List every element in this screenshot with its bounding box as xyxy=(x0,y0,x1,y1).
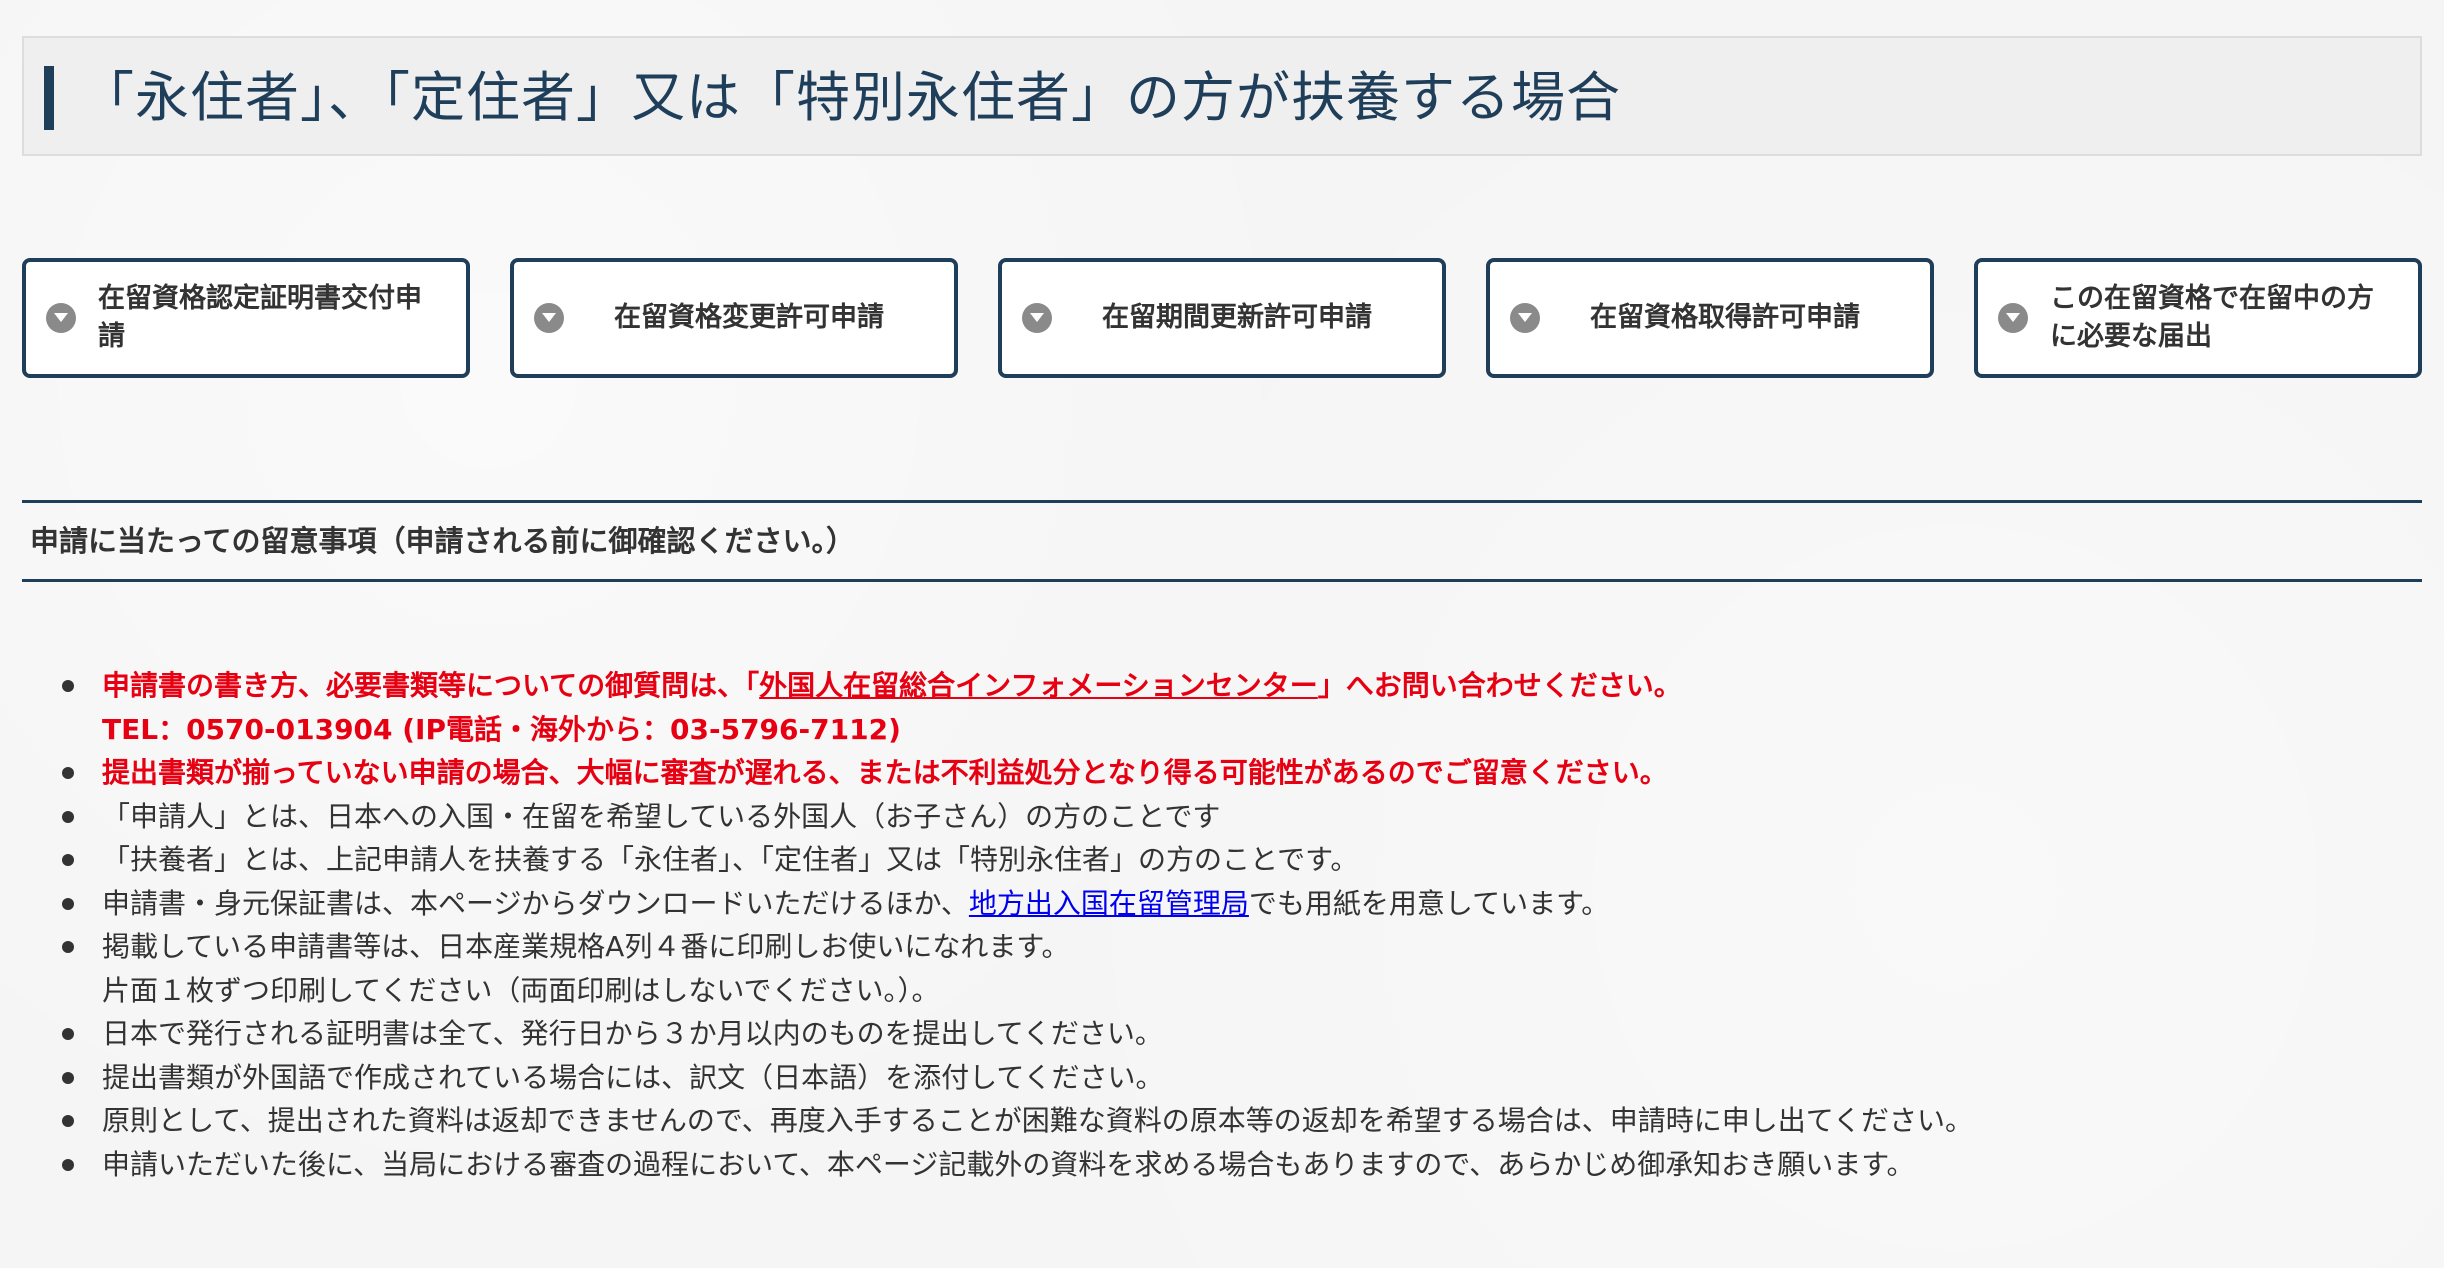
nav-button-extension-of-stay[interactable]: 在留期間更新許可申請 xyxy=(998,258,1446,378)
note-text: 「申請人」とは、日本への入国・在留を希望している外国人（お子さん）の方のことです xyxy=(102,799,1221,833)
notes-section-header: 申請に当たっての留意事項（申請される前に御確認ください。） xyxy=(22,500,2422,582)
note-text: 提出書類が外国語で作成されている場合には、訳文（日本語）を添付してください。 xyxy=(102,1060,1164,1094)
list-item: 申請書・身元保証書は、本ページからダウンロードいただけるほか、地方出入国在留管理… xyxy=(62,882,2402,926)
note-text: 片面１枚ずつ印刷してください（両面印刷はしないでください。）。 xyxy=(102,973,940,1007)
nav-button-certificate-of-eligibility[interactable]: 在留資格認定証明書交付申請 xyxy=(22,258,470,378)
notes-section-title: 申請に当たっての留意事項（申請される前に御確認ください。） xyxy=(30,524,856,558)
note-text: 日本で発行される証明書は全て、発行日から３か月以内のものを提出してください。 xyxy=(102,1017,1163,1050)
note-text: でも用紙を用意しています。 xyxy=(1248,886,1610,920)
nav-button-label: 在留資格認定証明書交付申請 xyxy=(98,283,422,352)
nav-button-label: この在留資格で在留中の方に必要な届出 xyxy=(2050,283,2374,352)
note-text: 掲載している申請書等は、日本産業規格A列４番に印刷しお使いになれます。 xyxy=(102,930,1070,963)
note-text: 原則として、提出された資料は返却できませんので、再度入手することが困難な資料の原… xyxy=(102,1104,1973,1137)
note-text: 申請書の書き方、必要書類等についての御質問は、「 xyxy=(102,669,760,702)
information-center-link[interactable]: 外国人在留総合インフォメーションセンター xyxy=(759,669,1318,702)
page: 「永住者」、「定住者」又は「特別永住者」の方が扶養する場合 在留資格認定証明書交… xyxy=(0,0,2444,1268)
note-tel-line: TEL：0570-013904 (IP電話・海外から：03-5796-7112) xyxy=(102,712,901,746)
list-item: 申請書の書き方、必要書類等についての御質問は、「外国人在留総合インフォメーション… xyxy=(62,664,2402,751)
nav-button-label: 在留資格取得許可申請 xyxy=(1590,302,1860,333)
nav-button-label: 在留期間更新許可申請 xyxy=(1102,302,1372,333)
list-item: 日本で発行される証明書は全て、発行日から３か月以内のものを提出してください。 xyxy=(62,1012,2402,1056)
chevron-down-icon xyxy=(1510,303,1540,333)
note-text: 」へお問い合わせください。 xyxy=(1317,669,1682,702)
note-text: 申請いただいた後に、当局における審査の過程において、本ページ記載外の資料を求める… xyxy=(102,1147,1915,1181)
title-accent-bar xyxy=(44,66,54,130)
page-title-box: 「永住者」、「定住者」又は「特別永住者」の方が扶養する場合 xyxy=(22,36,2422,156)
list-item: 掲載している申請書等は、日本産業規格A列４番に印刷しお使いになれます。 片面１枚… xyxy=(62,925,2402,1012)
chevron-down-icon xyxy=(46,303,76,333)
note-text: 申請書・身元保証書は、本ページからダウンロードいただけるほか、 xyxy=(102,886,969,920)
note-text: 提出書類が揃っていない申請の場合、大幅に審査が遅れる、または不利益処分となり得る… xyxy=(102,756,1668,789)
chevron-down-icon xyxy=(1022,303,1052,333)
regional-bureau-link[interactable]: 地方出入国在留管理局 xyxy=(969,887,1249,920)
page-title: 「永住者」、「定住者」又は「特別永住者」の方が扶養する場合 xyxy=(80,66,1621,129)
note-inquiry-line: 申請書の書き方、必要書類等についての御質問は、「外国人在留総合インフォメーション… xyxy=(102,664,2402,708)
application-nav: 在留資格認定証明書交付申請 在留資格変更許可申請 在留期間更新許可申請 在留資格… xyxy=(22,258,2422,380)
nav-button-label: 在留資格変更許可申請 xyxy=(614,302,884,333)
nav-button-acquisition-of-status[interactable]: 在留資格取得許可申請 xyxy=(1486,258,1934,378)
list-item: 提出書類が外国語で作成されている場合には、訳文（日本語）を添付してください。 xyxy=(62,1056,2402,1100)
list-item: 「申請人」とは、日本への入国・在留を希望している外国人（お子さん）の方のことです xyxy=(62,795,2402,839)
note-text: 「扶養者」とは、上記申請人を扶養する「永住者」、「定住者」又は「特別永住者」の方… xyxy=(102,843,1359,876)
list-item: 申請いただいた後に、当局における審査の過程において、本ページ記載外の資料を求める… xyxy=(62,1143,2402,1187)
nav-button-change-of-status[interactable]: 在留資格変更許可申請 xyxy=(510,258,958,378)
list-item: 提出書類が揃っていない申請の場合、大幅に審査が遅れる、または不利益処分となり得る… xyxy=(62,751,2402,795)
nav-button-required-notifications[interactable]: この在留資格で在留中の方に必要な届出 xyxy=(1974,258,2422,378)
chevron-down-icon xyxy=(534,303,564,333)
list-item: 「扶養者」とは、上記申請人を扶養する「永住者」、「定住者」又は「特別永住者」の方… xyxy=(62,838,2402,882)
chevron-down-icon xyxy=(1998,303,2028,333)
list-item: 原則として、提出された資料は返却できませんので、再度入手することが困難な資料の原… xyxy=(62,1099,2402,1143)
notes-list: 申請書の書き方、必要書類等についての御質問は、「外国人在留総合インフォメーション… xyxy=(62,664,2402,1187)
